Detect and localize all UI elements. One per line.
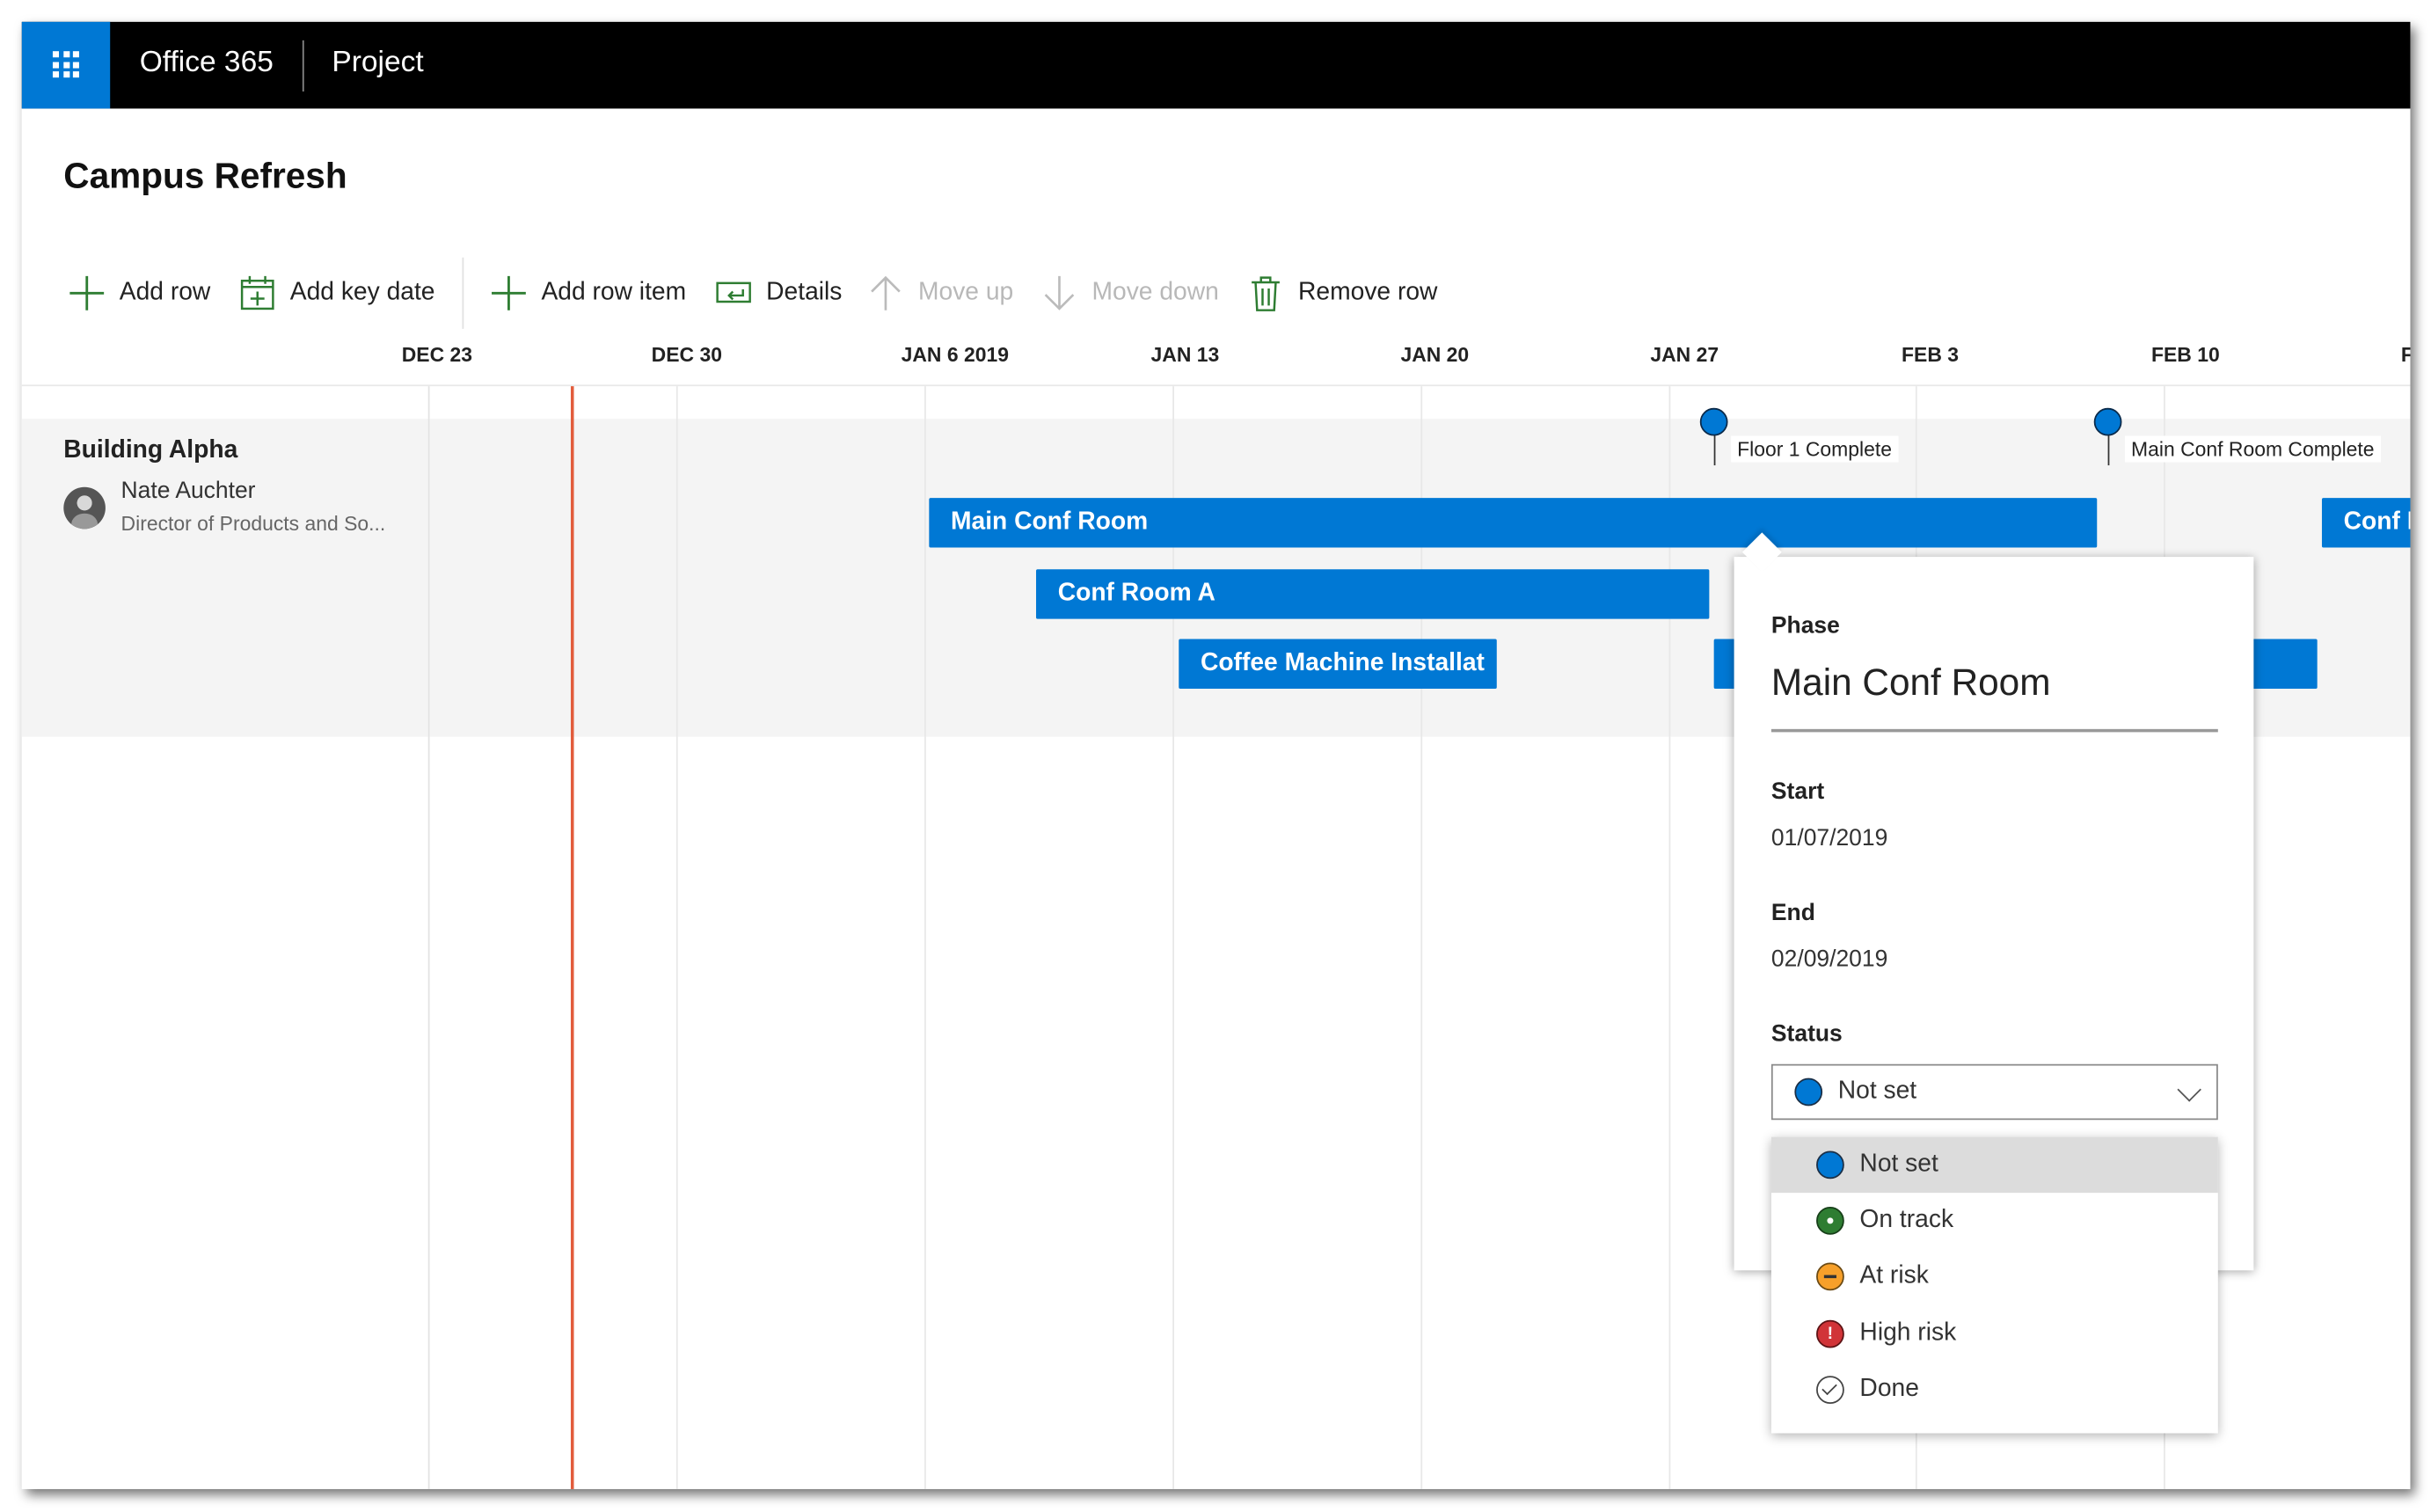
row-item-bar[interactable]: Main Conf Room xyxy=(929,498,2098,548)
week-gridline xyxy=(924,386,926,1489)
week-gridline xyxy=(675,386,678,1489)
start-date-field[interactable]: 01/07/2019 xyxy=(1771,825,1887,851)
date-header: DEC 30 xyxy=(651,342,722,367)
status-option-label: Not set xyxy=(1859,1150,1938,1178)
status-option-label: High risk xyxy=(1859,1319,1957,1347)
key-date-label[interactable]: Main Conf Room Complete xyxy=(2124,435,2381,463)
date-header: FEB 3 xyxy=(1902,342,1960,367)
row-name[interactable]: Building Alpha xyxy=(63,437,237,465)
start-label: Start xyxy=(1770,778,1825,806)
date-header: JAN 13 xyxy=(1150,342,1220,367)
date-header: JAN 27 xyxy=(1650,342,1719,367)
status-label: Status xyxy=(1770,1020,1843,1048)
toolbar-separator xyxy=(462,257,464,329)
suite-header: Office 365 Project xyxy=(21,21,2411,109)
phase-label: Phase xyxy=(1770,612,1840,639)
header-divider xyxy=(302,40,304,92)
calendar-add-icon xyxy=(240,275,274,310)
phase-name-field[interactable]: Main Conf Room xyxy=(1771,662,2051,705)
details-label: Details xyxy=(766,279,843,306)
date-header: FEB 10 xyxy=(2150,342,2220,367)
app-launcher-button[interactable] xyxy=(21,21,111,109)
blue-circle-icon xyxy=(1816,1150,1844,1180)
end-date-field[interactable]: 02/09/2019 xyxy=(1771,946,1887,973)
status-option-at-risk[interactable]: At risk xyxy=(1771,1249,2218,1304)
add-row-item-label: Add row item xyxy=(541,279,687,306)
project-title: Campus Refresh xyxy=(63,155,347,196)
remove-row-button[interactable]: Remove row xyxy=(1247,270,1438,317)
status-selected-value: Not set xyxy=(1837,1077,1917,1105)
add-row-label: Add row xyxy=(119,279,211,306)
blue-circle-icon xyxy=(1794,1077,1823,1107)
move-up-button[interactable]: Move up xyxy=(867,270,1013,317)
phase-name-underline xyxy=(1770,728,2218,733)
avatar xyxy=(63,486,106,530)
status-options-list: Not set On track At risk High risk Done xyxy=(1770,1136,2218,1434)
move-up-label: Move up xyxy=(917,279,1014,306)
app-window: Office 365 Project Campus Refresh Add ro… xyxy=(21,21,2411,1489)
date-header: F xyxy=(2401,343,2411,366)
add-row-button[interactable]: Add row xyxy=(69,270,211,317)
status-option-high-risk[interactable]: High risk xyxy=(1771,1306,2218,1362)
app-name-link[interactable]: Project xyxy=(332,47,423,81)
status-option-done[interactable]: Done xyxy=(1771,1362,2218,1417)
red-alert-icon xyxy=(1816,1319,1844,1348)
key-date-stem xyxy=(1713,434,1716,466)
row-owner-name: Nate Auchter xyxy=(120,478,256,505)
date-header: JAN 6 2019 xyxy=(901,342,1009,367)
chevron-down-icon xyxy=(2177,1077,2201,1102)
row-owner-title: Director of Products and So... xyxy=(120,511,386,536)
week-gridline xyxy=(1420,386,1423,1489)
remove-row-label: Remove row xyxy=(1298,279,1438,306)
plus-icon xyxy=(492,275,526,310)
week-gridline xyxy=(1172,386,1174,1489)
row-item-bar[interactable]: Conf Room A xyxy=(1036,569,1710,619)
details-button[interactable]: Details xyxy=(715,270,842,317)
green-circle-icon xyxy=(1816,1207,1844,1235)
key-date-marker[interactable] xyxy=(1699,407,1728,436)
add-key-date-label: Add key date xyxy=(289,279,435,306)
arrow-down-icon xyxy=(1044,275,1075,310)
status-option-label: On track xyxy=(1859,1207,1954,1233)
status-option-label: Done xyxy=(1859,1376,1919,1403)
status-option-not-set[interactable]: Not set xyxy=(1770,1136,2218,1194)
details-pane-icon xyxy=(716,281,751,303)
orange-circle-icon xyxy=(1816,1262,1844,1291)
key-date-stem xyxy=(2107,434,2110,466)
week-gridline xyxy=(1668,386,1671,1489)
suite-brand-link[interactable]: Office 365 xyxy=(140,47,274,81)
row-label-separator xyxy=(427,386,430,1489)
end-label: End xyxy=(1770,899,1815,926)
key-date-marker[interactable] xyxy=(2093,407,2122,436)
row-item-bar[interactable]: Conf R xyxy=(2321,498,2411,548)
add-row-item-button[interactable]: Add row item xyxy=(490,270,686,317)
trash-icon xyxy=(1252,276,1280,311)
plus-icon xyxy=(69,275,105,310)
header-rule xyxy=(21,384,2411,387)
move-down-button[interactable]: Move down xyxy=(1040,270,1219,317)
add-key-date-button[interactable]: Add key date xyxy=(239,270,435,317)
waffle-icon xyxy=(52,51,79,78)
arrow-up-icon xyxy=(871,275,901,310)
check-circle-icon xyxy=(1816,1376,1844,1404)
status-option-on-track[interactable]: On track xyxy=(1771,1193,2218,1248)
status-dropdown[interactable]: Not set xyxy=(1770,1063,2218,1121)
status-option-label: At risk xyxy=(1859,1262,1929,1289)
key-date-label[interactable]: Floor 1 Complete xyxy=(1731,435,1899,463)
today-marker xyxy=(570,386,574,1489)
row-item-bar[interactable]: Coffee Machine Installat xyxy=(1179,639,1497,689)
move-down-label: Move down xyxy=(1091,279,1219,306)
date-header: JAN 20 xyxy=(1400,342,1470,367)
date-header: DEC 23 xyxy=(401,342,473,367)
